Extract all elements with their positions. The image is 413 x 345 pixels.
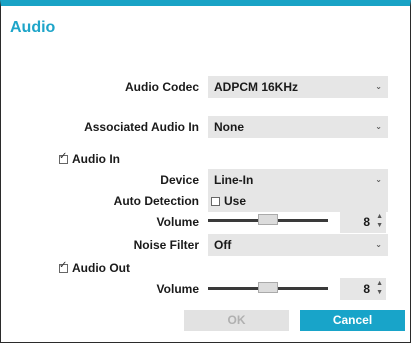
stepper-arrows-icon[interactable]: ▲ ▼ xyxy=(376,279,383,297)
audio-out-checkbox-label: Audio Out xyxy=(72,261,130,275)
slider-thumb[interactable] xyxy=(258,214,278,225)
audio-in-volume-stepper[interactable]: 8 ▲ ▼ xyxy=(340,211,386,233)
auto-detection-use-label: Use xyxy=(224,194,247,208)
audio-in-checkbox-label: Audio In xyxy=(72,152,120,166)
slider-thumb[interactable] xyxy=(258,282,278,293)
cancel-button[interactable]: Cancel xyxy=(300,310,405,331)
auto-detection-label: Auto Detection xyxy=(113,194,199,208)
device-value: Line-In xyxy=(214,173,254,187)
dialog-title: Audio xyxy=(10,19,56,36)
auto-detection-field: Use xyxy=(208,190,388,212)
checkbox-checked-icon xyxy=(59,151,68,164)
device-label: Device xyxy=(160,173,199,187)
stepper-arrows-icon[interactable]: ▲ ▼ xyxy=(376,212,383,230)
audio-out-volume-stepper[interactable]: 8 ▲ ▼ xyxy=(340,278,386,300)
audio-in-volume-value: 8 xyxy=(363,215,370,229)
chevron-down-icon: ⌄ xyxy=(375,82,382,91)
chevron-down-icon: ⌄ xyxy=(375,240,382,249)
audio-codec-select[interactable]: ADPCM 16KHz ⌄ xyxy=(208,76,388,98)
audio-in-volume-slider[interactable] xyxy=(208,213,328,227)
noise-filter-value: Off xyxy=(214,238,232,252)
chevron-down-icon: ⌄ xyxy=(375,122,382,131)
ok-button[interactable]: OK xyxy=(184,310,289,331)
audio-out-volume-value: 8 xyxy=(363,282,370,296)
audio-in-checkbox[interactable]: Audio In xyxy=(59,151,120,166)
audio-out-checkbox[interactable]: Audio Out xyxy=(59,260,130,275)
checkbox-unchecked-icon xyxy=(211,196,220,206)
audio-codec-value: ADPCM 16KHz xyxy=(214,80,299,94)
audio-dialog: Audio Audio Codec ADPCM 16KHz ⌄ Associat… xyxy=(0,0,411,343)
associated-audio-in-value: None xyxy=(214,120,244,134)
auto-detection-use-checkbox[interactable]: Use xyxy=(211,190,246,212)
audio-codec-label: Audio Codec xyxy=(125,80,199,94)
audio-in-volume-label: Volume xyxy=(156,215,199,229)
checkbox-checked-icon xyxy=(59,260,68,273)
associated-audio-in-select[interactable]: None ⌄ xyxy=(208,116,388,138)
audio-out-volume-label: Volume xyxy=(156,282,199,296)
audio-out-volume-slider[interactable] xyxy=(208,281,328,295)
device-select[interactable]: Line-In ⌄ xyxy=(208,169,388,191)
chevron-down-icon: ⌄ xyxy=(375,175,382,184)
associated-audio-in-label: Associated Audio In xyxy=(84,120,199,134)
noise-filter-label: Noise Filter xyxy=(133,238,199,252)
noise-filter-select[interactable]: Off ⌄ xyxy=(208,234,388,256)
